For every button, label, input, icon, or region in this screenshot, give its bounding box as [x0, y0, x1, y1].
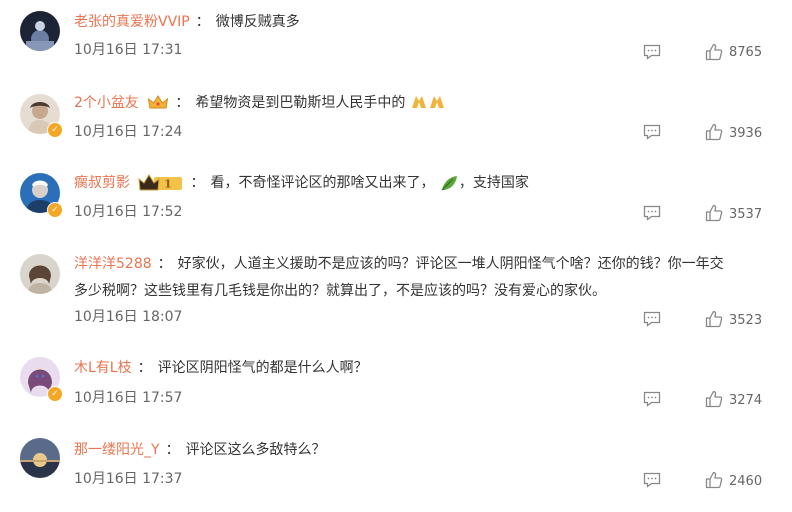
username-link[interactable]: 老张的真爱粉VVIP — [74, 14, 190, 30]
username-link[interactable]: 瘸叔剪影 — [74, 175, 130, 191]
separator: ： — [195, 14, 210, 30]
verified-badge-icon: ✓ — [47, 122, 63, 138]
comment-icon[interactable] — [643, 472, 661, 488]
like-count: 3523 — [729, 313, 763, 328]
separator: ： — [137, 360, 152, 376]
separator: ： — [157, 256, 172, 272]
username-link[interactable]: 2个小盆友 — [74, 95, 139, 111]
comment-icon[interactable] — [643, 391, 661, 407]
comment-text: 好家伙，人道主义援助不是应该的吗？评论区一堆人阴阳怪气个啥？还你的钱？你一年交 — [177, 256, 724, 272]
comment-text-tail: ，支持国家 — [458, 175, 529, 191]
comment-icon[interactable] — [643, 311, 661, 327]
avatar[interactable] — [20, 438, 60, 478]
separator: ： — [175, 95, 190, 111]
comment-time: 10月16日 17:57 — [74, 390, 183, 406]
like-count: 3936 — [729, 126, 763, 141]
leaf-emoji — [441, 176, 457, 191]
crown-badge-icon — [148, 95, 169, 109]
username-link[interactable]: 木L有L枝 — [74, 360, 132, 376]
avatar[interactable] — [20, 11, 60, 51]
avatar[interactable] — [20, 254, 60, 294]
thumbs-up-icon[interactable] — [705, 204, 723, 222]
comment-text: 看，不奇怪评论区的那啥又出来了， — [210, 175, 435, 191]
username-link[interactable]: 洋洋洋5288 — [74, 256, 152, 272]
comment-time: 10月16日 17:37 — [74, 471, 183, 487]
verified-badge-icon: ✓ — [47, 202, 63, 218]
level-text: 1 — [165, 178, 173, 191]
thumbs-up-icon[interactable] — [705, 123, 723, 141]
verified-badge-icon: ✓ — [47, 386, 63, 402]
comment-text: 评论区这么多敌特么？ — [185, 442, 326, 458]
thumbs-up-icon[interactable] — [705, 43, 723, 61]
comment-text: 评论区阴阳怪气的都是什么人啊？ — [157, 360, 368, 376]
folded-hands-emoji — [411, 96, 444, 108]
username-link[interactable]: 那一缕阳光_Y — [74, 442, 160, 458]
like-count: 3274 — [729, 393, 763, 408]
thumbs-up-icon[interactable] — [705, 310, 723, 328]
comment-time: 10月16日 17:31 — [74, 42, 183, 58]
separator: ： — [190, 175, 205, 191]
comment-time: 10月16日 17:52 — [74, 204, 183, 220]
like-count: 3537 — [729, 207, 763, 222]
crown-badge-icon: 1 — [138, 174, 183, 191]
like-count: 2460 — [729, 474, 763, 489]
comment-text: 微博反贼真多 — [215, 14, 300, 30]
comment-text: 希望物资是到巴勒斯坦人民手中的 — [195, 95, 406, 111]
comment-text-line2: 多少税啊？这些钱里有几毛钱是你出的？就算出了，不是应该的吗？没有爱心的家伙。 — [74, 283, 606, 299]
like-count: 8765 — [729, 45, 763, 60]
comment-icon[interactable] — [643, 205, 661, 221]
comment-icon[interactable] — [643, 44, 661, 60]
thumbs-up-icon[interactable] — [705, 471, 723, 489]
comment-time: 10月16日 17:24 — [74, 124, 183, 140]
separator: ： — [165, 442, 180, 458]
comment-time: 10月16日 18:07 — [74, 309, 183, 325]
thumbs-up-icon[interactable] — [705, 390, 723, 408]
comment-icon[interactable] — [643, 124, 661, 140]
